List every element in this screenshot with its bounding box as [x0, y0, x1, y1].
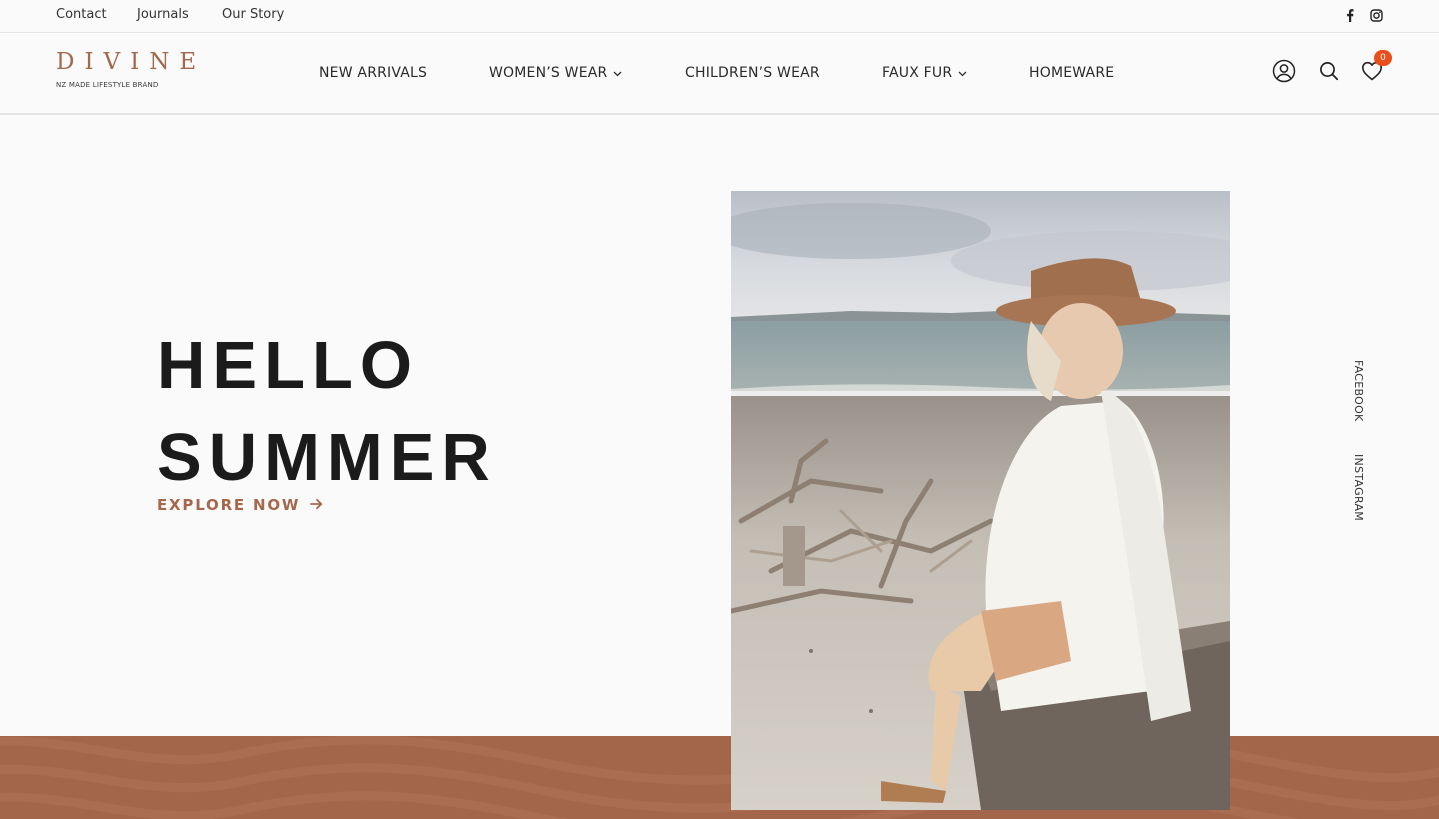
nav-label: CHILDREN’S WEAR [685, 65, 820, 81]
nav-label: WOMEN’S WEAR [489, 65, 608, 81]
brand-logo[interactable]: DIVINE NZ MADE LIFESTYLE BRAND [56, 49, 207, 89]
wishlist-count-badge: 0 [1374, 50, 1392, 66]
hero-title: HELLO SUMMER [157, 320, 497, 504]
facebook-icon[interactable] [1343, 8, 1357, 22]
nav-new-arrivals[interactable]: NEW ARRIVALS [319, 65, 427, 81]
chevron-down-icon [613, 65, 622, 81]
beach-woman-photo [731, 191, 1230, 810]
nav-label: NEW ARRIVALS [319, 65, 428, 81]
journals-link[interactable]: Journals [137, 7, 189, 22]
side-facebook-link[interactable]: FACEBOOK [1352, 360, 1365, 422]
nav-childrens-wear[interactable]: CHILDREN’S WEAR [685, 65, 820, 81]
hero-title-line1: HELLO [157, 328, 420, 403]
nav-homeware[interactable]: HOMEWARE [1029, 65, 1114, 81]
arrow-right-icon [310, 496, 323, 514]
logo-tagline: NZ MADE LIFESTYLE BRAND [56, 81, 159, 89]
nav-label: FAUX FUR [882, 65, 953, 81]
instagram-icon[interactable] [1369, 8, 1383, 22]
contact-link[interactable]: Contact [56, 7, 107, 22]
explore-now-label: EXPLORE NOW [157, 496, 301, 514]
account-icon[interactable] [1271, 58, 1297, 84]
nav-womens-wear[interactable]: WOMEN’S WEAR [489, 65, 622, 81]
search-icon[interactable] [1316, 58, 1342, 84]
hero-title-line2: SUMMER [157, 420, 497, 495]
hero-photo [731, 191, 1230, 810]
explore-now-link[interactable]: EXPLORE NOW [157, 496, 323, 514]
nav-faux-fur[interactable]: FAUX FUR [882, 65, 967, 81]
our-story-link[interactable]: Our Story [222, 7, 284, 22]
top-utility-bar: Contact Journals Our Story [0, 0, 1439, 33]
chevron-down-icon [958, 65, 967, 81]
logo-wordmark: DIVINE [56, 49, 207, 75]
nav-label: HOMEWARE [1029, 65, 1115, 81]
main-header: DIVINE NZ MADE LIFESTYLE BRAND NEW ARRIV… [0, 33, 1439, 115]
side-instagram-link[interactable]: INSTAGRAM [1352, 454, 1365, 521]
